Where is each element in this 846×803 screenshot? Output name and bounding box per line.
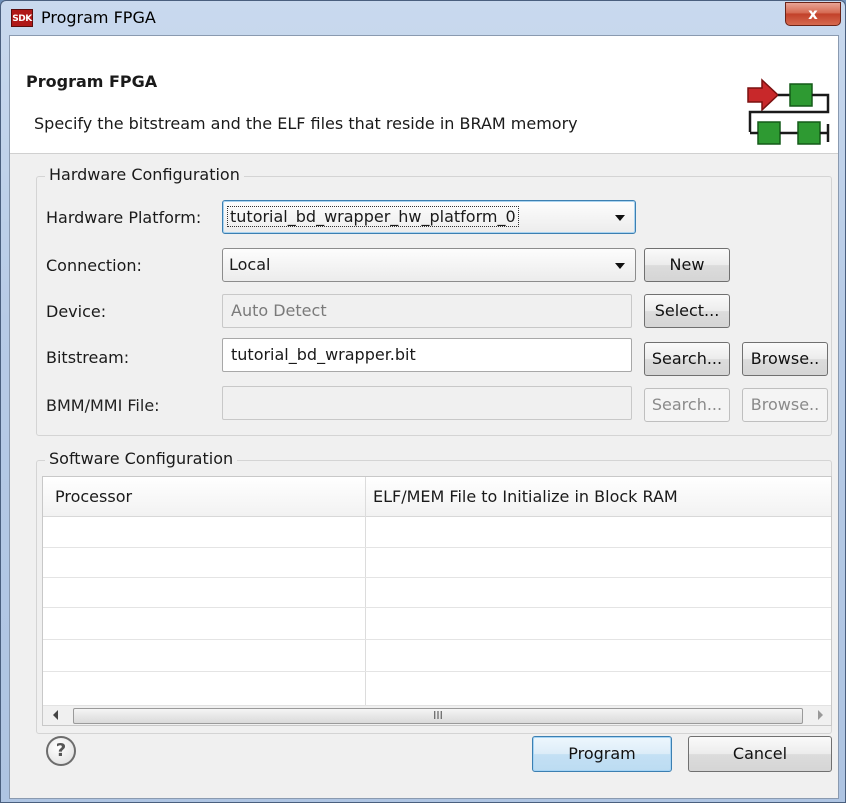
device-label: Device:	[46, 302, 107, 321]
bmm-browse-button[interactable]: Browse..	[742, 388, 828, 422]
device-value: Auto Detect	[231, 301, 327, 320]
column-header-processor[interactable]: Processor	[55, 487, 132, 506]
help-icon[interactable]: ?	[46, 736, 76, 766]
bitstream-browse-button[interactable]: Browse..	[742, 342, 828, 376]
table-row	[43, 607, 831, 608]
scroll-right-icon[interactable]	[818, 710, 823, 720]
header-title: Program FPGA	[26, 72, 158, 91]
program-fpga-window: SDK Program FPGA x Program FPGA Specify …	[0, 0, 846, 803]
scroll-left-icon[interactable]	[53, 710, 58, 720]
connection-value: Local	[229, 255, 271, 274]
chevron-down-icon	[615, 215, 625, 221]
program-button[interactable]: Program	[532, 736, 672, 772]
bitstream-field[interactable]: tutorial_bd_wrapper.bit	[222, 338, 632, 372]
hardware-configuration-label: Hardware Configuration	[45, 165, 244, 184]
horizontal-scrollbar[interactable]: III	[43, 705, 831, 725]
sdk-app-icon: SDK	[11, 9, 33, 27]
bmm-mmi-file-field[interactable]	[222, 386, 632, 420]
table-row	[43, 639, 831, 640]
software-configuration-label: Software Configuration	[45, 449, 238, 468]
table-row	[43, 577, 831, 578]
table-header: Processor ELF/MEM File to Initialize in …	[43, 477, 831, 517]
table-row	[43, 671, 831, 672]
bitstream-value: tutorial_bd_wrapper.bit	[231, 345, 416, 364]
title-bar[interactable]: SDK Program FPGA x	[1, 1, 846, 35]
program-fpga-banner-icon	[747, 78, 830, 145]
bitstream-search-button[interactable]: Search...	[644, 342, 730, 376]
device-field[interactable]: Auto Detect	[222, 294, 632, 328]
new-connection-button[interactable]: New	[644, 248, 730, 282]
cancel-button[interactable]: Cancel	[688, 736, 832, 772]
hardware-platform-select[interactable]: tutorial_bd_wrapper_hw_platform_0	[222, 200, 636, 234]
scroll-thumb[interactable]: III	[73, 708, 803, 724]
table-row	[43, 547, 831, 548]
column-header-elf-mem-file[interactable]: ELF/MEM File to Initialize in Block RAM	[373, 487, 678, 506]
close-button[interactable]: x	[785, 2, 841, 26]
chevron-down-icon	[615, 263, 625, 269]
dialog-header: Program FPGA Specify the bitstream and t…	[10, 36, 838, 154]
window-title: Program FPGA	[41, 8, 156, 27]
bmm-search-button[interactable]: Search...	[644, 388, 730, 422]
device-select-button[interactable]: Select...	[644, 294, 730, 328]
hardware-platform-value: tutorial_bd_wrapper_hw_platform_0	[227, 206, 519, 227]
bmm-mmi-file-label: BMM/MMI File:	[46, 396, 160, 415]
header-description: Specify the bitstream and the ELF files …	[34, 114, 578, 133]
connection-select[interactable]: Local	[222, 248, 636, 282]
bitstream-label: Bitstream:	[46, 348, 130, 367]
connection-label: Connection:	[46, 256, 142, 275]
software-configuration-table[interactable]: Processor ELF/MEM File to Initialize in …	[42, 476, 832, 726]
hardware-platform-label: Hardware Platform:	[46, 208, 202, 227]
dialog-client-area: Program FPGA Specify the bitstream and t…	[9, 35, 839, 799]
